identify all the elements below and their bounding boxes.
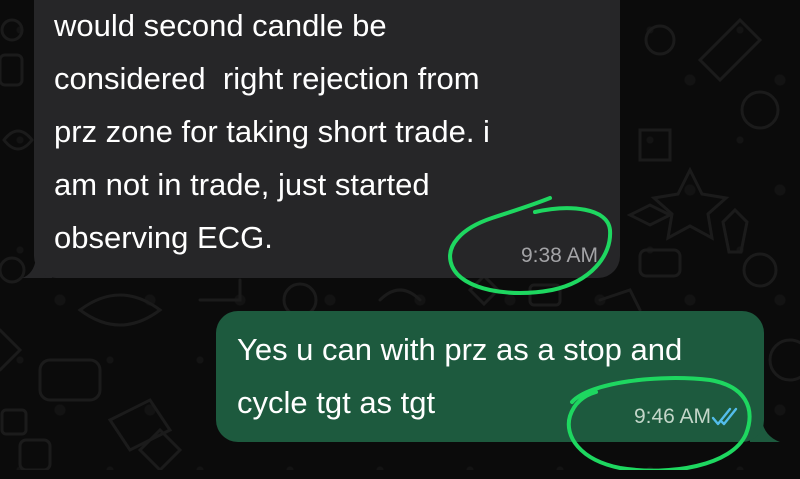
incoming-message-bubble[interactable]: would second candle be considered right … xyxy=(34,0,620,278)
message-text: would second candle be considered right … xyxy=(54,8,490,255)
bottom-edge xyxy=(0,470,800,479)
message-timestamp: 9:38 AM xyxy=(520,244,598,267)
double-check-icon xyxy=(711,407,738,426)
message-timestamp: 9:46 AM xyxy=(633,405,711,428)
